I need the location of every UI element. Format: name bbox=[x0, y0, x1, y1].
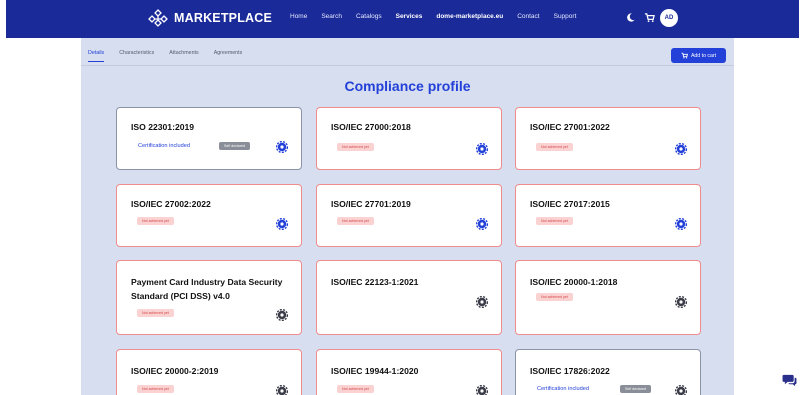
moon-icon[interactable] bbox=[625, 12, 636, 23]
gear-icon[interactable] bbox=[476, 143, 488, 155]
logo-text: MARKETPLACE bbox=[174, 11, 273, 25]
compliance-card: ISO 22301:2019 Certification included Se… bbox=[116, 107, 302, 170]
self-declared-badge: Self declared bbox=[620, 385, 651, 393]
gear-icon[interactable] bbox=[276, 309, 288, 321]
certification-label: Certification included bbox=[537, 386, 589, 392]
certification-label: Certification included bbox=[138, 143, 190, 149]
page-title: Compliance profile bbox=[344, 78, 471, 94]
user-avatar[interactable]: AD bbox=[660, 9, 678, 27]
card-title: ISO/IEC 27002:2022 bbox=[131, 199, 211, 209]
not-achieved-badge: Not achieved yet bbox=[337, 385, 374, 393]
tab-characteristics[interactable]: Characteristics bbox=[119, 50, 154, 62]
add-to-cart-label: Add to cart bbox=[690, 52, 717, 59]
gear-icon[interactable] bbox=[675, 296, 687, 308]
cart-icon[interactable] bbox=[644, 12, 655, 23]
compliance-card: ISO/IEC 27001:2022 Not achieved yet bbox=[515, 107, 701, 170]
main-nav: Home Search Catalogs Services dome-marke… bbox=[290, 13, 590, 20]
nav-catalogs[interactable]: Catalogs bbox=[356, 13, 382, 20]
card-title: ISO/IEC 22123-1:2021 bbox=[331, 277, 419, 287]
nav-home[interactable]: Home bbox=[290, 13, 307, 20]
tab-attachments[interactable]: Attachments bbox=[169, 50, 198, 62]
not-achieved-badge: Not achieved yet bbox=[137, 309, 174, 317]
cart-icon bbox=[681, 52, 688, 59]
not-achieved-badge: Not achieved yet bbox=[536, 293, 573, 301]
gear-icon[interactable] bbox=[276, 385, 288, 395]
tab-details[interactable]: Details bbox=[88, 50, 105, 62]
self-declared-badge: Self declared bbox=[219, 142, 250, 150]
card-title: ISO/IEC 27001:2022 bbox=[530, 122, 610, 132]
marketplace-logo[interactable]: MARKETPLACE bbox=[148, 9, 272, 27]
nav-support[interactable]: Support bbox=[554, 13, 577, 20]
not-achieved-badge: Not achieved yet bbox=[337, 217, 374, 225]
not-achieved-badge: Not achieved yet bbox=[536, 217, 573, 225]
not-achieved-badge: Not achieved yet bbox=[337, 143, 374, 151]
add-to-cart-button[interactable]: Add to cart bbox=[671, 48, 726, 63]
compliance-card: ISO/IEC 22123-1:2021 bbox=[316, 260, 502, 335]
gear-icon[interactable] bbox=[675, 218, 687, 230]
compliance-card: ISO/IEC 17826:2022 Certification include… bbox=[515, 349, 701, 395]
card-title: ISO/IEC 20000-2:2019 bbox=[131, 366, 219, 376]
gear-icon[interactable] bbox=[476, 218, 488, 230]
gear-icon[interactable] bbox=[675, 385, 687, 395]
top-navbar: MARKETPLACE Home Search Catalogs Service… bbox=[6, 0, 799, 38]
nav-contact[interactable]: Contact bbox=[517, 13, 539, 20]
card-title: ISO/IEC 27017:2015 bbox=[530, 199, 610, 209]
gear-icon[interactable] bbox=[476, 385, 488, 395]
logo-icon bbox=[148, 9, 168, 27]
compliance-card: ISO/IEC 27000:2018 Not achieved yet bbox=[316, 107, 502, 170]
not-achieved-badge: Not achieved yet bbox=[137, 217, 174, 225]
card-title: ISO/IEC 19944-1:2020 bbox=[331, 366, 419, 376]
main-content: Details Characteristics Attachments Agre… bbox=[81, 38, 734, 395]
gear-icon[interactable] bbox=[675, 143, 687, 155]
card-title: Payment Card Industry Data Security Stan… bbox=[131, 277, 283, 301]
card-title: ISO/IEC 17826:2022 bbox=[530, 366, 610, 376]
gear-icon[interactable] bbox=[276, 141, 288, 153]
tab-divider bbox=[81, 65, 734, 66]
compliance-card: ISO/IEC 20000-2:2019 Not achieved yet bbox=[116, 349, 302, 395]
card-title: ISO/IEC 20000-1:2018 bbox=[530, 277, 618, 287]
nav-dome-marketplace[interactable]: dome-marketplace.eu bbox=[436, 13, 503, 20]
compliance-card: ISO/IEC 27017:2015 Not achieved yet bbox=[515, 184, 701, 247]
card-title: ISO/IEC 27000:2018 bbox=[331, 122, 411, 132]
compliance-card: Payment Card Industry Data Security Stan… bbox=[116, 260, 302, 335]
card-title: ISO 22301:2019 bbox=[131, 122, 195, 132]
tab-bar: Details Characteristics Attachments Agre… bbox=[88, 50, 257, 62]
tab-agreements[interactable]: Agreements bbox=[214, 50, 243, 62]
compliance-card: ISO/IEC 27002:2022 Not achieved yet bbox=[116, 184, 302, 247]
card-title: ISO/IEC 27701:2019 bbox=[331, 199, 411, 209]
nav-services[interactable]: Services bbox=[396, 13, 423, 20]
compliance-card: ISO/IEC 19944-1:2020 Not achieved yet bbox=[316, 349, 502, 395]
compliance-card: ISO/IEC 20000-1:2018 Not achieved yet bbox=[515, 260, 701, 335]
not-achieved-badge: Not achieved yet bbox=[137, 385, 174, 393]
nav-search[interactable]: Search bbox=[321, 13, 342, 20]
chat-icon[interactable] bbox=[782, 374, 797, 387]
compliance-card: ISO/IEC 27701:2019 Not achieved yet bbox=[316, 184, 502, 247]
gear-icon[interactable] bbox=[276, 218, 288, 230]
gear-icon[interactable] bbox=[476, 296, 488, 308]
not-achieved-badge: Not achieved yet bbox=[536, 143, 573, 151]
